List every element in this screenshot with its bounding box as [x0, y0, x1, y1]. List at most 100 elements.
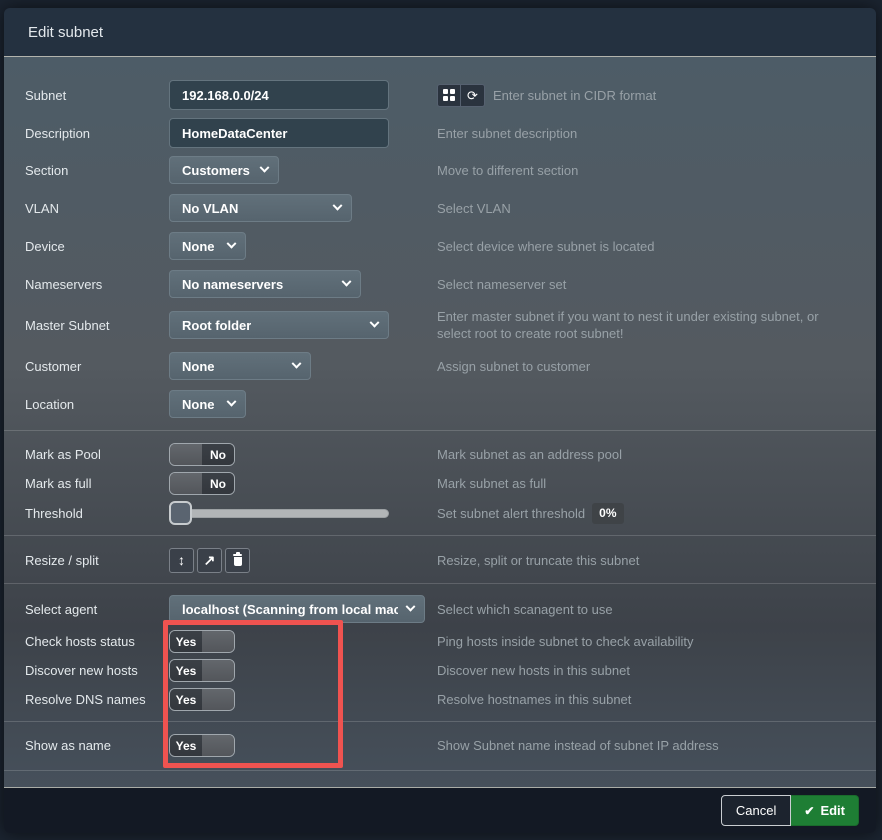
vlan-select[interactable]: No VLAN: [169, 194, 352, 222]
master-subnet-select[interactable]: Root folder: [169, 311, 389, 339]
discover-new-hosts-toggle[interactable]: Yes: [169, 659, 235, 682]
toggle-handle: [202, 689, 234, 710]
show-as-name-toggle[interactable]: Yes: [169, 734, 235, 757]
subnet-mask-picker-button[interactable]: [437, 84, 461, 107]
master-subnet-help-text: Enter master subnet if you want to nest …: [437, 308, 854, 342]
trash-icon: [232, 554, 243, 566]
subnet-help-text: Enter subnet in CIDR format: [493, 87, 656, 104]
resize-subnet-button[interactable]: ↕: [169, 548, 194, 573]
resize-split-help-text: Resize, split or truncate this subnet: [437, 552, 854, 569]
mark-as-pool-help-text: Mark subnet as an address pool: [437, 446, 854, 463]
scan-agent-select-value: localhost (Scanning from local machine): [182, 602, 398, 617]
divider: [4, 583, 876, 584]
toggle-on-label: Yes: [170, 735, 202, 756]
row-location: Location None: [25, 390, 854, 418]
row-section: Section Customers Move to different sect…: [25, 156, 854, 184]
row-customer: Customer None Assign subnet to customer: [25, 352, 854, 380]
row-threshold: Threshold Set subnet alert threshold 0%: [25, 501, 854, 525]
refresh-icon: ⟳: [467, 87, 478, 104]
subnet-label: Subnet: [25, 88, 169, 103]
toggle-handle: [170, 473, 202, 494]
discover-new-hosts-help-text: Discover new hosts in this subnet: [437, 662, 854, 679]
scan-options-section: Check hosts status Yes Ping hosts inside…: [25, 630, 854, 758]
customer-select[interactable]: None: [169, 352, 311, 380]
show-as-name-label: Show as name: [25, 738, 169, 753]
modal-body: Subnet ⟳ Enter subnet in CIDR format Des…: [4, 57, 876, 787]
select-agent-label: Select agent: [25, 602, 169, 617]
resolve-dns-names-help-text: Resolve hostnames in this subnet: [437, 691, 854, 708]
threshold-value-badge: 0%: [592, 503, 623, 524]
mark-as-pool-label: Mark as Pool: [25, 447, 169, 462]
toggle-handle: [202, 735, 234, 756]
row-discover-new-hosts: Discover new hosts Yes Discover new host…: [25, 659, 854, 682]
check-hosts-status-label: Check hosts status: [25, 634, 169, 649]
customer-label: Customer: [25, 359, 169, 374]
nameservers-help-text: Select nameserver set: [437, 276, 854, 293]
chevron-down-icon: [342, 276, 352, 286]
device-select[interactable]: None: [169, 232, 246, 260]
nameservers-select[interactable]: No nameservers: [169, 270, 361, 298]
nameservers-select-value: No nameservers: [182, 277, 283, 292]
truncate-subnet-button[interactable]: [225, 548, 250, 573]
row-show-as-name: Show as name Yes Show Subnet name instea…: [25, 733, 854, 758]
slider-track: [169, 509, 389, 518]
row-mark-as-pool: Mark as Pool No Mark subnet as an addres…: [25, 443, 854, 466]
scan-agent-select[interactable]: localhost (Scanning from local machine): [169, 595, 425, 623]
split-subnet-button[interactable]: ↗: [197, 548, 222, 573]
chevron-down-icon: [333, 200, 343, 210]
check-hosts-status-help-text: Ping hosts inside subnet to check availa…: [437, 633, 854, 650]
discover-new-hosts-label: Discover new hosts: [25, 663, 169, 678]
cancel-button[interactable]: Cancel: [721, 795, 791, 826]
vlan-help-text: Select VLAN: [437, 200, 854, 217]
row-master-subnet: Master Subnet Root folder Enter master s…: [25, 308, 854, 342]
vlan-select-value: No VLAN: [182, 201, 238, 216]
mark-as-full-label: Mark as full: [25, 476, 169, 491]
location-label: Location: [25, 397, 169, 412]
resize-split-label: Resize / split: [25, 553, 169, 568]
subnet-refresh-button[interactable]: ⟳: [461, 84, 485, 107]
row-description: Description Enter subnet description: [25, 118, 854, 148]
divider: [4, 535, 876, 536]
device-help-text: Select device where subnet is located: [437, 238, 854, 255]
threshold-slider[interactable]: [169, 501, 389, 525]
toggle-off-label: No: [202, 473, 234, 494]
device-select-value: None: [182, 239, 215, 254]
section-label: Section: [25, 163, 169, 178]
description-input[interactable]: [169, 118, 389, 148]
chevron-down-icon: [227, 238, 237, 248]
resolve-dns-names-toggle[interactable]: Yes: [169, 688, 235, 711]
toggle-off-label: No: [202, 444, 234, 465]
check-hosts-status-toggle[interactable]: Yes: [169, 630, 235, 653]
device-label: Device: [25, 239, 169, 254]
threshold-label: Threshold: [25, 506, 169, 521]
description-label: Description: [25, 126, 169, 141]
customer-help-text: Assign subnet to customer: [437, 358, 854, 375]
location-select-value: None: [182, 397, 215, 412]
section-help-text: Move to different section: [437, 162, 854, 179]
toggle-on-label: Yes: [170, 631, 202, 652]
row-nameservers: Nameservers No nameservers Select namese…: [25, 270, 854, 298]
section-select[interactable]: Customers: [169, 156, 279, 184]
master-subnet-select-value: Root folder: [182, 318, 251, 333]
slider-handle[interactable]: [169, 501, 192, 525]
resize-diagonal-icon: ↗: [204, 552, 216, 569]
divider: [4, 770, 876, 771]
chevron-down-icon: [370, 317, 380, 327]
mark-as-pool-toggle[interactable]: No: [169, 443, 235, 466]
divider: [4, 430, 876, 431]
row-select-agent: Select agent localhost (Scanning from lo…: [25, 595, 854, 623]
section-select-value: Customers: [182, 163, 250, 178]
divider: [4, 721, 876, 722]
subnet-input[interactable]: [169, 80, 389, 110]
chevron-down-icon: [406, 601, 416, 611]
edit-button[interactable]: ✔ Edit: [791, 795, 859, 826]
grid-icon: [443, 89, 455, 101]
page-title: Edit subnet: [28, 24, 103, 41]
nameservers-label: Nameservers: [25, 277, 169, 292]
row-vlan: VLAN No VLAN Select VLAN: [25, 194, 854, 222]
customer-select-value: None: [182, 359, 215, 374]
master-subnet-label: Master Subnet: [25, 318, 169, 333]
chevron-down-icon: [227, 396, 237, 406]
location-select[interactable]: None: [169, 390, 246, 418]
mark-as-full-toggle[interactable]: No: [169, 472, 235, 495]
